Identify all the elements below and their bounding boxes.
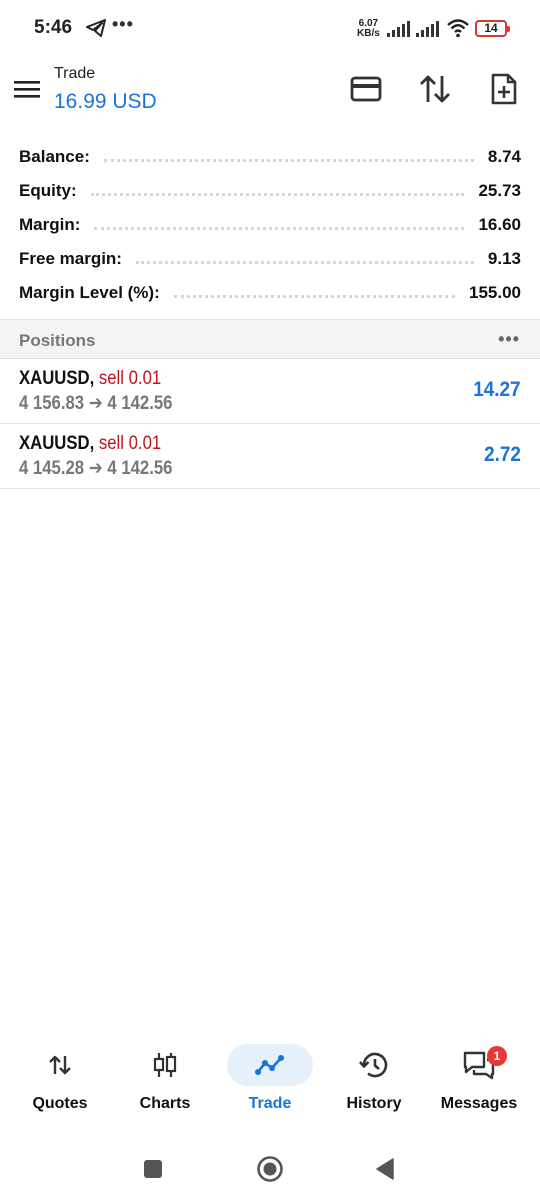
summary-leader-dots [94,220,465,230]
wifi-icon [446,18,470,43]
summary-row-free-margin: Free margin: 9.13 [0,242,540,276]
summary-leader-dots [135,254,474,264]
battery-icon: 14 [475,20,510,37]
summary-value: 25.73 [478,181,521,200]
nav-label: Trade [248,1095,292,1112]
quotes-icon [6,1050,114,1080]
summary-leader-dots [103,152,474,162]
recent-apps-icon[interactable] [138,1154,168,1184]
position-title: XAUUSD, sell 0.01 [19,368,161,390]
summary-leader-dots [173,288,455,298]
network-speed: 6.07 KB/s [357,19,380,39]
position-profit: 14.27 [473,378,521,401]
summary-label: Equity: [19,181,77,200]
position-side: sell 0.01 [98,368,162,389]
network-speed-unit: KB/s [357,28,380,39]
status-more-icon: ••• [112,14,134,34]
summary-value: 9.13 [487,249,521,268]
summary-value: 8.74 [487,147,521,166]
nav-item-trade[interactable]: Trade [216,1040,324,1120]
summary-row-equity: Equity: 25.73 [0,174,540,208]
account-summary: Balance: 8.74 Equity: 25.73 Margin: 16.6… [0,140,540,310]
page-title: Trade [54,65,96,82]
telegram-icon [86,19,106,42]
signal-icon [387,21,411,42]
summary-value: 155.00 [469,283,521,302]
position-row[interactable]: XAUUSD, sell 0.01 4 156.83 ➔ 4 142.56 14… [0,359,540,424]
back-icon[interactable] [370,1154,400,1184]
status-time: 5:46 [34,17,73,38]
unread-badge: 1 [487,1046,507,1066]
summary-row-margin-level: Margin Level (%): 155.00 [0,276,540,310]
nav-label: Quotes [32,1095,88,1112]
nav-label: History [346,1095,402,1112]
trade-icon [216,1050,324,1080]
summary-label: Margin: [19,215,81,234]
nav-item-messages[interactable]: 1 Messages [425,1040,533,1120]
messages-icon [425,1050,533,1080]
nav-label: Charts [139,1095,191,1112]
charts-icon [111,1050,219,1080]
position-symbol: XAUUSD, [19,368,95,389]
sort-icon[interactable] [417,72,453,106]
header-balance: 16.99 USD [54,90,157,113]
positions-section-header: Positions ••• [0,319,540,359]
summary-row-balance: Balance: 8.74 [0,140,540,174]
position-profit: 2.72 [484,443,521,466]
position-row[interactable]: XAUUSD, sell 0.01 4 145.28 ➔ 4 142.56 2.… [0,424,540,489]
nav-label: Messages [440,1095,518,1112]
home-icon[interactable] [255,1154,285,1184]
battery-tip [507,26,510,32]
position-prices: 4 145.28 ➔ 4 142.56 [19,458,173,479]
menu-icon[interactable] [14,78,40,100]
nav-item-charts[interactable]: Charts [111,1040,219,1120]
position-prices: 4 156.83 ➔ 4 142.56 [19,393,173,414]
app-header: Trade 16.99 USD [0,58,540,128]
system-nav-bar [0,1140,540,1196]
nav-item-quotes[interactable]: Quotes [6,1040,114,1120]
deposit-card-icon[interactable] [348,72,384,106]
battery-level: 14 [484,21,498,35]
summary-label: Balance: [19,147,90,166]
more-options-icon[interactable]: ••• [498,329,520,350]
signal-icon-2 [416,21,440,42]
new-order-icon[interactable] [486,72,522,106]
nav-item-history[interactable]: History [320,1040,428,1120]
position-title: XAUUSD, sell 0.01 [19,433,161,455]
summary-row-margin: Margin: 16.60 [0,208,540,242]
summary-leader-dots [90,186,465,196]
summary-label: Free margin: [19,249,122,268]
bottom-nav: Quotes Charts Trade History 1 Messages [0,1040,540,1120]
position-symbol: XAUUSD, [19,433,95,454]
history-icon [320,1050,428,1080]
status-bar: 5:46 ••• 6.07 KB/s 14 [0,0,540,58]
positions-title: Positions [19,331,96,350]
summary-label: Margin Level (%): [19,283,160,302]
position-side: sell 0.01 [98,433,162,454]
summary-value: 16.60 [478,215,521,234]
